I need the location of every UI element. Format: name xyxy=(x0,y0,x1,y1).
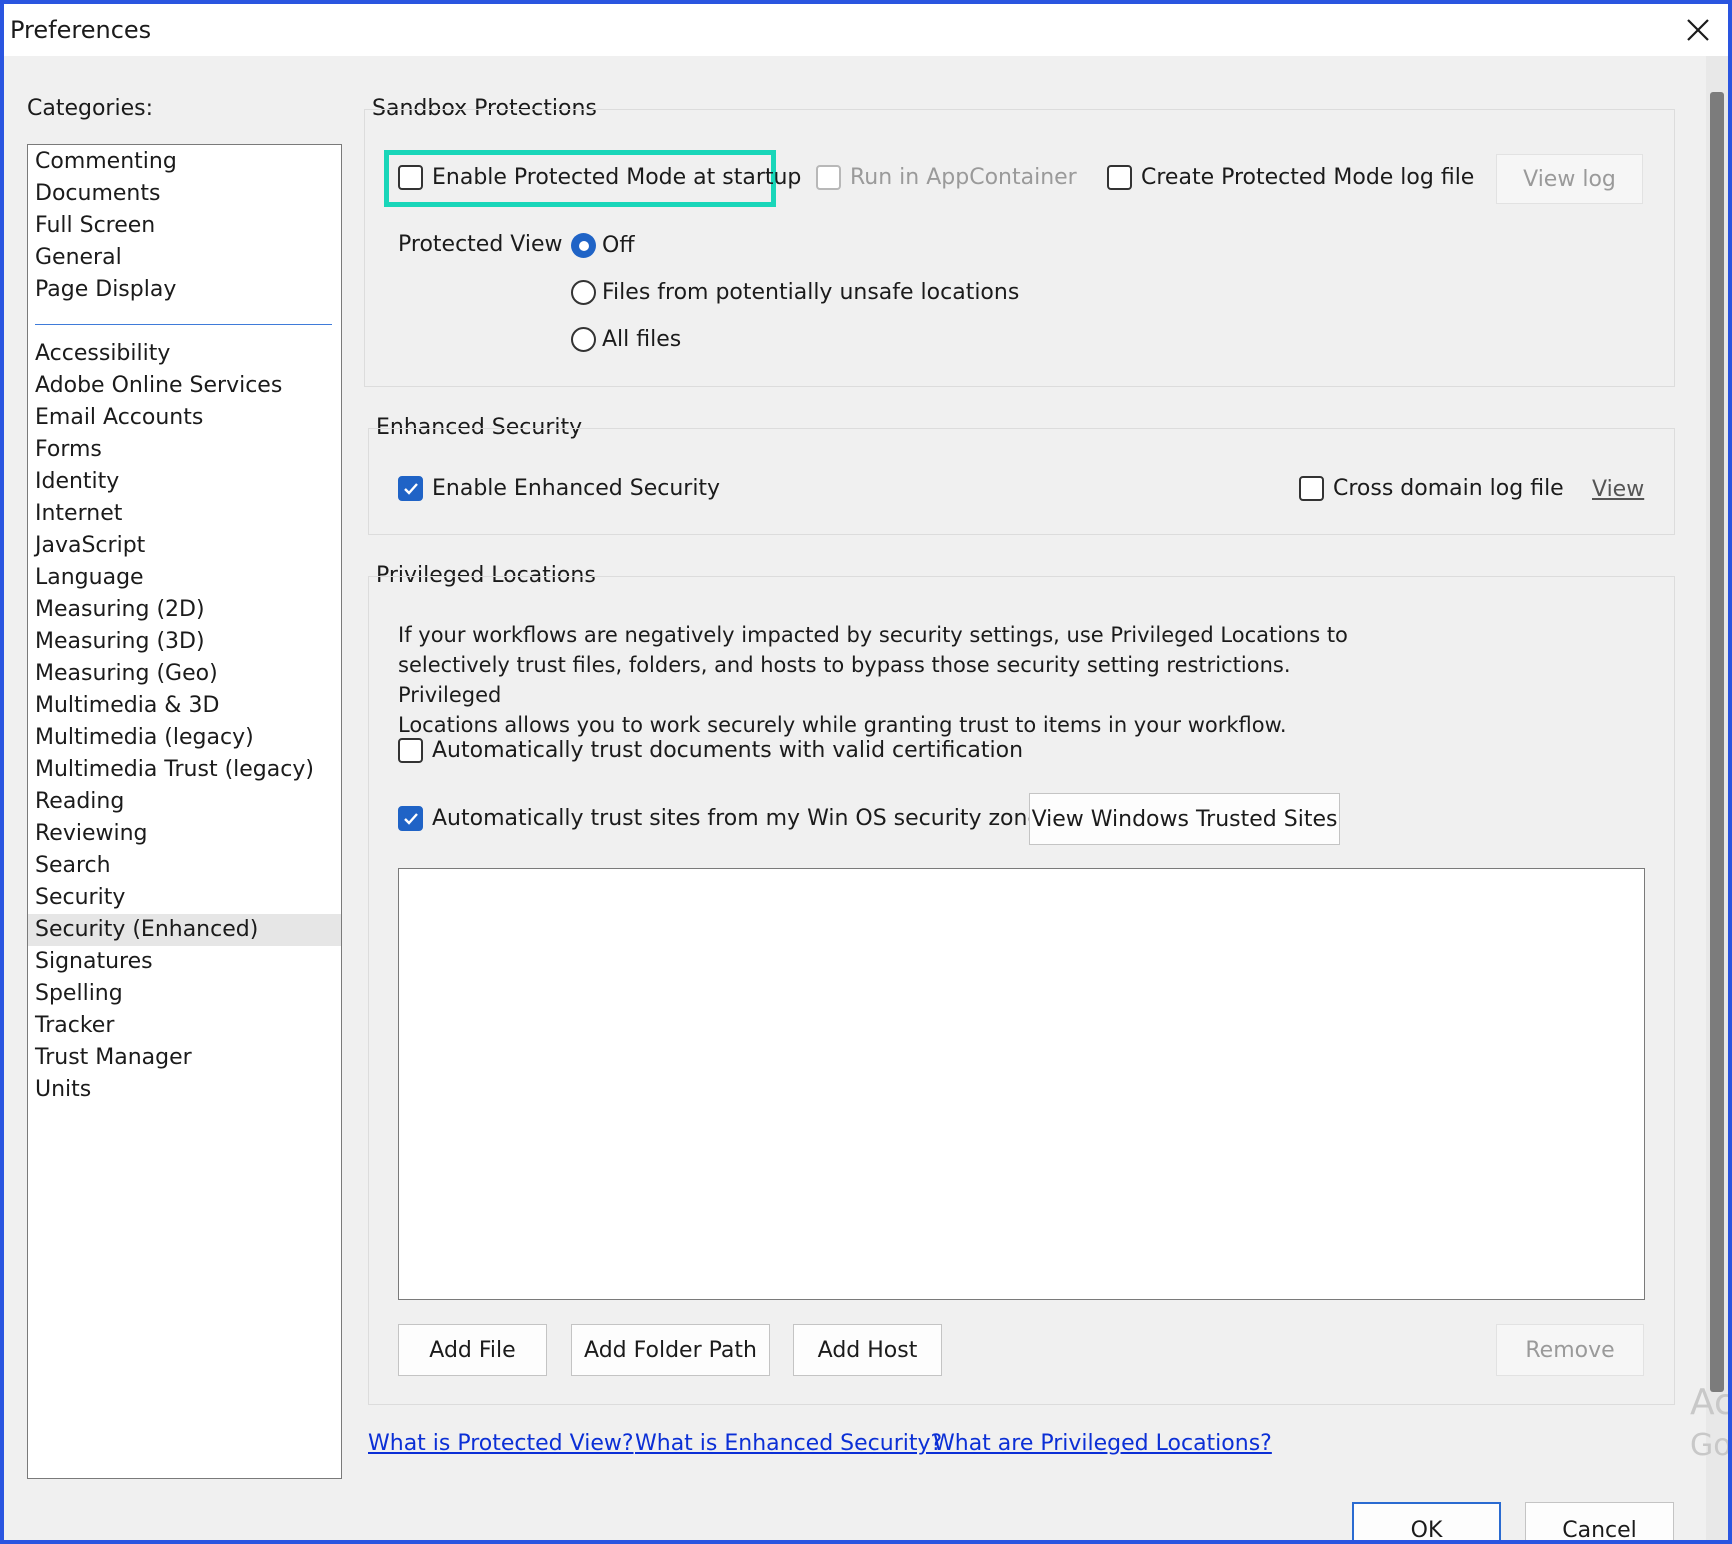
title-bar: Preferences xyxy=(4,4,1728,56)
checkbox-label: Enable Enhanced Security xyxy=(432,476,721,501)
add-host-button[interactable]: Add Host xyxy=(793,1324,942,1376)
category-forms[interactable]: Forms xyxy=(28,434,341,466)
category-reading[interactable]: Reading xyxy=(28,786,341,818)
checkbox-box xyxy=(398,165,423,190)
radio-circle xyxy=(571,233,596,258)
category-javascript[interactable]: JavaScript xyxy=(28,530,341,562)
category-spelling[interactable]: Spelling xyxy=(28,978,341,1010)
cancel-button[interactable]: Cancel xyxy=(1525,1502,1674,1540)
category-internet[interactable]: Internet xyxy=(28,498,341,530)
what-is-protected-view-link[interactable]: What is Protected View? xyxy=(368,1431,634,1456)
category-search[interactable]: Search xyxy=(28,850,341,882)
checkbox-label: Run in AppContainer xyxy=(850,165,1077,190)
radio-circle xyxy=(571,327,596,352)
category-email-accounts[interactable]: Email Accounts xyxy=(28,402,341,434)
preferences-dialog: Preferences Categories: Commenting Docum… xyxy=(0,0,1732,1544)
view-windows-trusted-sites-button[interactable]: View Windows Trusted Sites xyxy=(1029,793,1340,845)
radio-label: All files xyxy=(602,327,682,352)
checkbox-box xyxy=(1107,165,1132,190)
category-divider xyxy=(35,324,332,325)
category-multimedia-legacy[interactable]: Multimedia (legacy) xyxy=(28,722,341,754)
checkbox-box xyxy=(816,165,841,190)
trust-sites-checkbox[interactable]: Automatically trust sites from my Win OS… xyxy=(398,806,1052,831)
category-identity[interactable]: Identity xyxy=(28,466,341,498)
checkbox-label: Create Protected Mode log file xyxy=(1141,165,1475,190)
radio-circle xyxy=(571,280,596,305)
scrollbar-thumb[interactable] xyxy=(1710,92,1724,1392)
category-units[interactable]: Units xyxy=(28,1074,341,1106)
category-adobe-online-services[interactable]: Adobe Online Services xyxy=(28,370,341,402)
checkbox-box xyxy=(1299,476,1324,501)
category-security[interactable]: Security xyxy=(28,882,341,914)
checkbox-box xyxy=(398,738,423,763)
category-multimedia-3d[interactable]: Multimedia & 3D xyxy=(28,690,341,722)
category-multimedia-trust-legacy[interactable]: Multimedia Trust (legacy) xyxy=(28,754,341,786)
remove-button[interactable]: Remove xyxy=(1496,1324,1644,1376)
view-cross-domain-log-link[interactable]: View xyxy=(1592,477,1644,502)
view-log-button[interactable]: View log xyxy=(1496,154,1643,204)
category-documents[interactable]: Documents xyxy=(28,178,341,210)
category-signatures[interactable]: Signatures xyxy=(28,946,341,978)
category-measuring-geo[interactable]: Measuring (Geo) xyxy=(28,658,341,690)
what-are-privileged-locations-link[interactable]: What are Privileged Locations? xyxy=(933,1431,1272,1456)
checkbox-box xyxy=(398,806,423,831)
checkbox-label: Enable Protected Mode at startup xyxy=(432,165,802,190)
category-full-screen[interactable]: Full Screen xyxy=(28,210,341,242)
window-title: Preferences xyxy=(10,16,152,44)
category-accessibility[interactable]: Accessibility xyxy=(28,338,341,370)
category-page-display[interactable]: Page Display xyxy=(28,274,341,306)
category-general[interactable]: General xyxy=(28,242,341,274)
activation-watermark-line2: Go xyxy=(1690,1428,1732,1463)
check-icon xyxy=(403,812,418,825)
close-icon xyxy=(1687,19,1709,41)
category-security-enhanced[interactable]: Security (Enhanced) xyxy=(28,914,341,946)
cross-domain-log-checkbox[interactable]: Cross domain log file xyxy=(1299,476,1564,501)
privileged-locations-description: If your workflows are negatively impacte… xyxy=(398,620,1358,740)
trust-documents-checkbox[interactable]: Automatically trust documents with valid… xyxy=(398,738,1023,763)
checkbox-label: Cross domain log file xyxy=(1333,476,1564,501)
add-folder-path-button[interactable]: Add Folder Path xyxy=(571,1324,770,1376)
protected-view-unsafe-radio[interactable]: Files from potentially unsafe locations xyxy=(571,280,1019,305)
protected-view-label: Protected View xyxy=(398,232,563,257)
privileged-locations-list[interactable] xyxy=(398,868,1645,1300)
category-language[interactable]: Language xyxy=(28,562,341,594)
checkbox-box xyxy=(398,476,423,501)
protected-view-all-files-radio[interactable]: All files xyxy=(571,327,681,352)
description-line-1: If your workflows are negatively impacte… xyxy=(398,623,1348,647)
add-file-button[interactable]: Add File xyxy=(398,1324,547,1376)
category-commenting[interactable]: Commenting xyxy=(28,146,341,178)
categories-label: Categories: xyxy=(27,96,153,121)
activation-watermark-line1: Ac xyxy=(1690,1382,1732,1423)
check-icon xyxy=(403,482,418,495)
enable-protected-mode-checkbox[interactable]: Enable Protected Mode at startup xyxy=(398,165,801,190)
category-measuring-3d[interactable]: Measuring (3D) xyxy=(28,626,341,658)
close-button[interactable] xyxy=(1674,8,1722,52)
vertical-scrollbar[interactable] xyxy=(1706,56,1728,1540)
description-line-2: selectively trust files, folders, and ho… xyxy=(398,653,1291,707)
category-trust-manager[interactable]: Trust Manager xyxy=(28,1042,341,1074)
category-reviewing[interactable]: Reviewing xyxy=(28,818,341,850)
ok-button[interactable]: OK xyxy=(1352,1502,1501,1540)
category-tracker[interactable]: Tracker xyxy=(28,1010,341,1042)
category-measuring-2d[interactable]: Measuring (2D) xyxy=(28,594,341,626)
checkbox-label: Automatically trust documents with valid… xyxy=(432,738,1024,763)
create-protected-mode-log-checkbox[interactable]: Create Protected Mode log file xyxy=(1107,165,1474,190)
enable-enhanced-security-checkbox[interactable]: Enable Enhanced Security xyxy=(398,476,720,501)
description-line-3: Locations allows you to work securely wh… xyxy=(398,713,1287,737)
checkbox-label: Automatically trust sites from my Win OS… xyxy=(432,806,1053,831)
protected-view-off-radio[interactable]: Off xyxy=(571,233,634,258)
radio-label: Files from potentially unsafe locations xyxy=(602,280,1020,305)
run-in-appcontainer-checkbox[interactable]: Run in AppContainer xyxy=(816,165,1077,190)
what-is-enhanced-security-link[interactable]: What is Enhanced Security? xyxy=(635,1431,942,1456)
radio-label: Off xyxy=(602,233,635,258)
categories-list[interactable]: Commenting Documents Full Screen General… xyxy=(27,144,342,1479)
